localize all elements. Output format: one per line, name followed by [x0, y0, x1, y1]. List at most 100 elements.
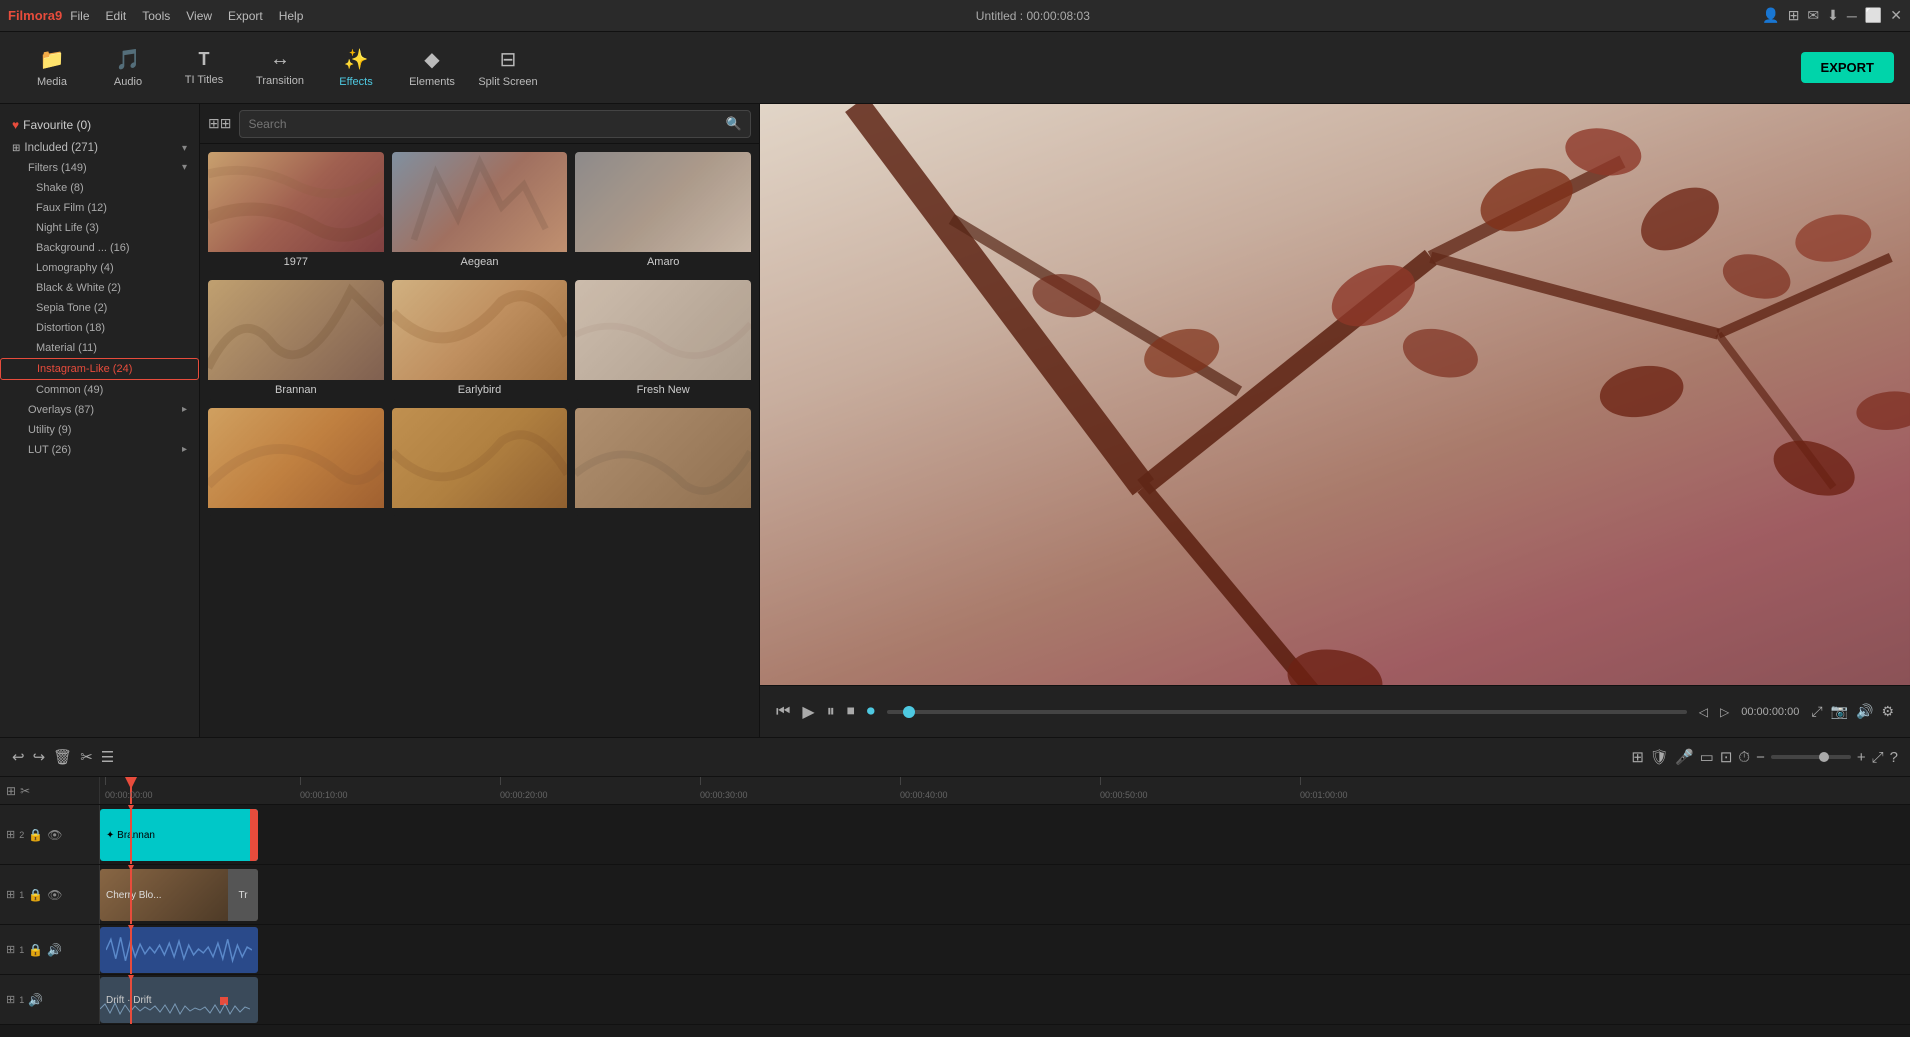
mail-icon[interactable]: ✉: [1807, 7, 1819, 24]
distortion-item[interactable]: Distortion (18): [0, 318, 199, 338]
menu-tools[interactable]: Tools: [142, 9, 170, 23]
menu-help[interactable]: Help: [279, 9, 304, 23]
toolbar-effects[interactable]: ✨ Effects: [320, 36, 392, 100]
background-item[interactable]: Background ... (16): [0, 238, 199, 258]
play-button[interactable]: ▶: [802, 702, 814, 722]
effect-amaro[interactable]: Amaro: [575, 152, 751, 272]
fauxfilm-item[interactable]: Faux Film (12): [0, 198, 199, 218]
timeline-progress-bar[interactable]: [887, 710, 1687, 714]
material-item[interactable]: Material (11): [0, 338, 199, 358]
track-a1b-volume[interactable]: 🔊: [28, 993, 43, 1007]
sepiatone-item[interactable]: Sepia Tone (2): [0, 298, 199, 318]
toolbar-audio-label: Audio: [114, 76, 142, 88]
track-panel-icon[interactable]: ⊞: [6, 784, 16, 798]
utility-section[interactable]: Utility (9): [0, 420, 199, 440]
zoom-in-icon[interactable]: +: [1857, 749, 1866, 766]
snapshot-icon[interactable]: 📷: [1831, 703, 1848, 720]
grid-view-icon[interactable]: ⊞⊞: [208, 115, 231, 132]
effect-aegean[interactable]: Aegean: [392, 152, 568, 272]
delete-button[interactable]: 🗑: [53, 748, 72, 766]
track-v2-visibility[interactable]: 👁: [47, 828, 62, 842]
blackwhite-item[interactable]: Black & White (2): [0, 278, 199, 298]
stop-button[interactable]: ⏹: [847, 703, 855, 721]
toolbar-titles[interactable]: T TI Titles: [168, 36, 240, 100]
maximize-button[interactable]: ⬜: [1865, 7, 1882, 24]
effect-row3a[interactable]: [208, 408, 384, 516]
help-icon[interactable]: ?: [1890, 749, 1898, 766]
nav-next-icon[interactable]: ▷: [1720, 705, 1729, 719]
timer-icon[interactable]: ⏱: [1738, 749, 1750, 766]
included-section[interactable]: ⊞Included (271) ▾: [0, 138, 199, 158]
nightlife-item[interactable]: Night Life (3): [0, 218, 199, 238]
menu-view[interactable]: View: [186, 9, 212, 23]
left-panel: ♥ Favourite (0) ⊞Included (271) ▾ Filter…: [0, 104, 200, 737]
overlay-icon[interactable]: ⊡: [1720, 748, 1733, 766]
track-a1-volume[interactable]: 🔊: [47, 943, 62, 957]
track-a1-lock[interactable]: 🔒: [28, 943, 43, 957]
fit-icon[interactable]: ⤢: [1872, 749, 1884, 766]
toolbar-splitscreen[interactable]: ⊟ Split Screen: [472, 36, 544, 100]
volume-icon[interactable]: 🔊: [1856, 703, 1873, 720]
undo-button[interactable]: ↩: [12, 748, 25, 766]
export-button[interactable]: EXPORT: [1801, 52, 1894, 83]
zoom-slider[interactable]: [1771, 755, 1851, 759]
prev-frame-button[interactable]: ⏮: [776, 703, 790, 721]
effect-row3b[interactable]: [392, 408, 568, 516]
overlays-section[interactable]: Overlays (87) ▸: [0, 400, 199, 420]
clip-brannan-marker: [250, 809, 258, 861]
clip-cherry[interactable]: Cherry Blo... Tr: [100, 869, 258, 921]
lut-section[interactable]: LUT (26) ▸: [0, 440, 199, 460]
settings-button[interactable]: ☰: [101, 748, 114, 766]
minimize-button[interactable]: ─: [1847, 8, 1857, 24]
snap-icon[interactable]: ✂: [20, 784, 30, 798]
search-input[interactable]: [248, 117, 719, 131]
track-a1-content[interactable]: [100, 925, 1910, 974]
redo-button[interactable]: ↪: [33, 748, 46, 766]
settings-icon[interactable]: ⚙: [1881, 703, 1894, 720]
effect-freshnew[interactable]: Fresh New: [575, 280, 751, 400]
effect-brannan[interactable]: Brannan: [208, 280, 384, 400]
title-bar-left: Filmora9 File Edit Tools View Export Hel…: [8, 8, 303, 23]
record-button[interactable]: ⏺: [867, 703, 875, 721]
track-v1-visibility[interactable]: 👁: [47, 888, 62, 902]
lomography-item[interactable]: Lomography (4): [0, 258, 199, 278]
toolbar-media[interactable]: 📁 Media: [16, 36, 88, 100]
menu-export[interactable]: Export: [228, 9, 263, 23]
scissors-button[interactable]: ✂: [80, 748, 93, 766]
effect-earlybird[interactable]: Earlybird: [392, 280, 568, 400]
nav-prev-icon[interactable]: ◁: [1699, 705, 1708, 719]
effect-1977[interactable]: 1977: [208, 152, 384, 272]
instagram-like-item[interactable]: Instagram-Like (24): [0, 358, 199, 380]
close-button[interactable]: ✕: [1890, 7, 1902, 24]
shake-item[interactable]: Shake (8): [0, 178, 199, 198]
captions-icon[interactable]: ▭: [1700, 748, 1714, 766]
menu-edit[interactable]: Edit: [106, 9, 127, 23]
track-v1-content[interactable]: Cherry Blo... Tr: [100, 865, 1910, 924]
favourite-section[interactable]: ♥ Favourite (0): [0, 112, 199, 138]
toolbar-elements[interactable]: ◆ Elements: [396, 36, 468, 100]
effect-row3c[interactable]: [575, 408, 751, 516]
clip-audio[interactable]: [100, 927, 258, 973]
toolbar-transition[interactable]: ↔ Transition: [244, 36, 316, 100]
zoom-out-icon[interactable]: −: [1756, 749, 1765, 766]
layout-icon[interactable]: ⊞: [1788, 7, 1800, 24]
fullscreen-icon[interactable]: ⤢: [1811, 703, 1822, 720]
filters-section[interactable]: Filters (149) ▾: [0, 158, 199, 178]
shield-icon[interactable]: 🛡: [1650, 748, 1669, 766]
track-a1b-content[interactable]: Drift · Drift: [100, 975, 1910, 1024]
clip-brannan[interactable]: ✦ Brannan: [100, 809, 258, 861]
mic-icon[interactable]: 🎤: [1675, 748, 1694, 766]
download-icon[interactable]: ⬇: [1827, 7, 1839, 24]
preview-controls: ⏮ ▶ ⏸ ⏹ ⏺ ◁ ▷ 00:00:00:00 ⤢ 📷 🔊 ⚙: [760, 685, 1910, 737]
pause-button[interactable]: ⏸: [827, 703, 835, 721]
grid-toggle[interactable]: ⊞: [1631, 748, 1644, 766]
clip-drift[interactable]: Drift · Drift: [100, 977, 258, 1023]
track-v1-lock[interactable]: 🔒: [28, 888, 43, 902]
track-v2-lock[interactable]: 🔒: [28, 828, 43, 842]
menu-file[interactable]: File: [70, 9, 89, 23]
search-box[interactable]: 🔍: [239, 110, 751, 138]
common-item[interactable]: Common (49): [0, 380, 199, 400]
track-v2-content[interactable]: ✦ Brannan: [100, 805, 1910, 864]
toolbar-audio[interactable]: 🎵 Audio: [92, 36, 164, 100]
user-icon[interactable]: 👤: [1762, 7, 1779, 24]
